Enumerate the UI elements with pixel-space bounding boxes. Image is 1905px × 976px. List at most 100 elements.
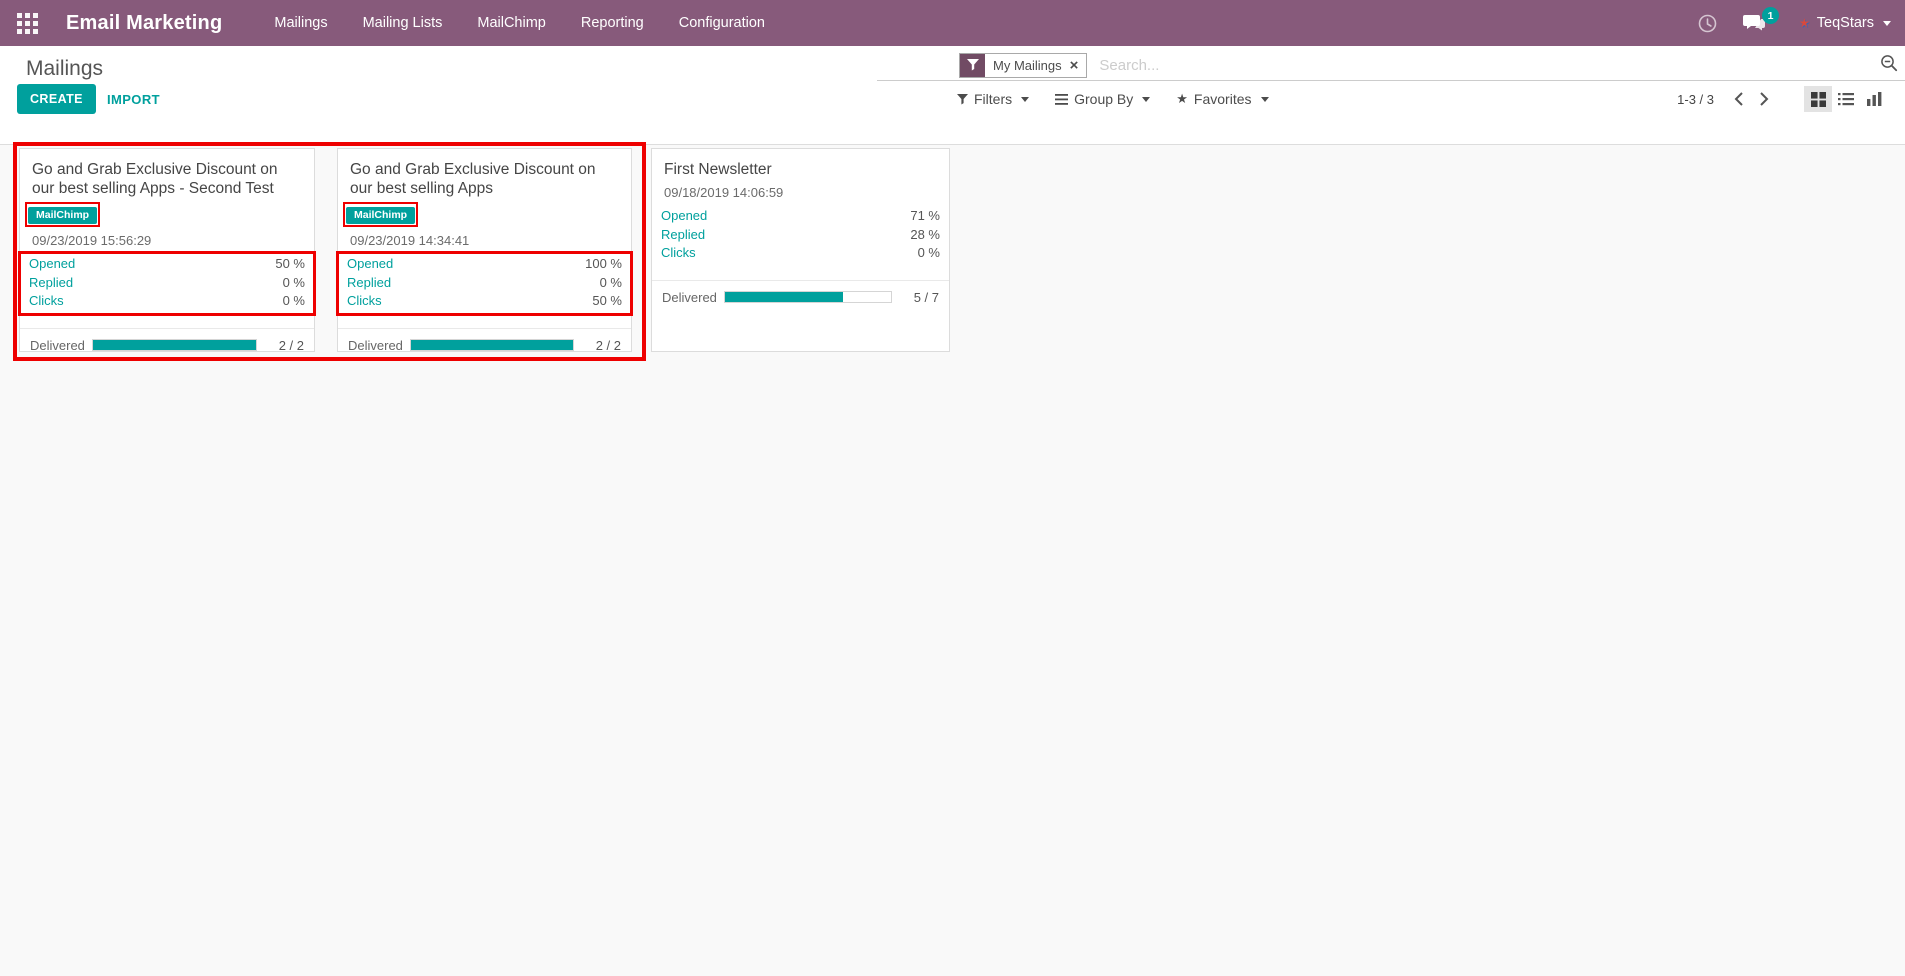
group-by-icon [1055, 94, 1068, 105]
mailing-title: Go and Grab Exclusive Discount on our be… [350, 160, 619, 198]
mailing-title: First Newsletter [664, 160, 937, 179]
chevron-down-icon [1021, 97, 1029, 102]
replied-link[interactable]: Replied [661, 226, 705, 245]
kanban-view: Go and Grab Exclusive Discount on our be… [0, 144, 1905, 976]
delivered-row: Delivered 5 / 7 [652, 280, 949, 305]
clicks-link[interactable]: Clicks [661, 244, 696, 263]
stat-row-clicks: Clicks 0 % [29, 292, 305, 311]
delivered-row: Delivered 2 / 2 [20, 328, 314, 353]
filters-dropdown[interactable]: Filters [957, 91, 1029, 107]
menu-mailchimp[interactable]: MailChimp [475, 11, 548, 35]
facet-remove-icon[interactable]: × [1070, 54, 1087, 77]
search-magnifier-icon[interactable] [1880, 54, 1898, 77]
filter-facet-icon [960, 54, 985, 77]
stat-row-opened: Opened 71 % [661, 207, 940, 226]
delivered-value: 2 / 2 [266, 338, 304, 353]
pager: 1-3 / 3 [1677, 84, 1888, 114]
kanban-view-icon[interactable] [1804, 86, 1832, 112]
messages-icon[interactable]: 1 [1743, 14, 1765, 32]
chevron-down-icon [1883, 21, 1891, 26]
annotation-rectangle-badge: MailChimp [25, 202, 100, 227]
stat-row-opened: Opened 100 % [347, 255, 622, 274]
replied-value: 0 % [283, 274, 305, 293]
mailing-title: Go and Grab Exclusive Discount on our be… [32, 160, 302, 198]
page-title: Mailings [26, 57, 103, 81]
stat-row-clicks: Clicks 50 % [347, 292, 622, 311]
mailing-card[interactable]: Go and Grab Exclusive Discount on our be… [337, 148, 632, 352]
delivered-value: 5 / 7 [901, 290, 939, 305]
control-panel: Mailings My Mailings × CREATE IMPORT Fil… [0, 46, 1905, 144]
activity-clock-icon[interactable] [1698, 14, 1717, 33]
mailing-date: 09/23/2019 14:34:41 [350, 233, 619, 248]
mailing-stats: Opened 71 % Replied 28 % Clicks 0 % [650, 203, 951, 268]
opened-value: 71 % [910, 207, 940, 226]
delivered-progressbar [92, 339, 257, 351]
mailing-date: 09/23/2019 15:56:29 [32, 233, 302, 248]
search-input[interactable] [1097, 56, 1880, 75]
star-icon: ★ [1176, 91, 1188, 107]
annotation-rectangle-badge: MailChimp [343, 202, 418, 227]
favorites-dropdown[interactable]: ★ Favorites [1176, 91, 1268, 107]
delivered-label: Delivered [348, 338, 410, 353]
delivered-progressbar [724, 291, 892, 303]
user-menu[interactable]: ★ TeqStars [1799, 15, 1891, 31]
list-view-icon[interactable] [1832, 86, 1860, 112]
import-button[interactable]: IMPORT [101, 84, 166, 114]
mailing-date: 09/18/2019 14:06:59 [664, 185, 937, 200]
clicks-value: 0 % [918, 244, 940, 263]
clicks-link[interactable]: Clicks [347, 292, 382, 311]
clicks-value: 0 % [283, 292, 305, 311]
opened-link[interactable]: Opened [347, 255, 393, 274]
mailing-stats: Opened 100 % Replied 0 % Clicks 50 % [336, 251, 633, 316]
clicks-value: 50 % [592, 292, 622, 311]
stat-row-opened: Opened 50 % [29, 255, 305, 274]
delivered-label: Delivered [30, 338, 92, 353]
delivered-progressbar [410, 339, 574, 351]
replied-value: 28 % [910, 226, 940, 245]
stat-row-replied: Replied 0 % [29, 274, 305, 293]
delivered-label: Delivered [662, 290, 724, 305]
menu-mailing-lists[interactable]: Mailing Lists [361, 11, 445, 35]
stat-row-replied: Replied 0 % [347, 274, 622, 293]
mailing-stats: Opened 50 % Replied 0 % Clicks 0 % [18, 251, 316, 316]
replied-value: 0 % [600, 274, 622, 293]
user-name: TeqStars [1817, 15, 1874, 31]
top-menu: Mailings Mailing Lists MailChimp Reporti… [272, 11, 767, 35]
delivered-value: 2 / 2 [583, 338, 621, 353]
opened-link[interactable]: Opened [29, 255, 75, 274]
chevron-down-icon [1261, 97, 1269, 102]
replied-link[interactable]: Replied [29, 274, 73, 293]
group-by-dropdown[interactable]: Group By [1055, 91, 1150, 107]
company-logo-icon: ★ [1799, 16, 1810, 30]
opened-value: 100 % [585, 255, 622, 274]
facet-label: My Mailings [985, 54, 1070, 77]
replied-link[interactable]: Replied [347, 274, 391, 293]
mailing-card[interactable]: First Newsletter 09/18/2019 14:06:59 Ope… [651, 148, 950, 352]
app-title: Email Marketing [66, 12, 222, 35]
pager-previous-icon[interactable] [1726, 86, 1751, 112]
mailchimp-badge: MailChimp [28, 207, 97, 224]
top-navbar: Email Marketing Mailings Mailing Lists M… [0, 0, 1905, 46]
menu-mailings[interactable]: Mailings [272, 11, 329, 35]
mailchimp-badge: MailChimp [346, 207, 415, 224]
search-facet: My Mailings × [959, 53, 1087, 78]
menu-configuration[interactable]: Configuration [677, 11, 767, 35]
opened-value: 50 % [275, 255, 305, 274]
delivered-row: Delivered 2 / 2 [338, 328, 631, 353]
view-switcher [1804, 86, 1888, 112]
pager-range[interactable]: 1-3 / 3 [1677, 92, 1714, 107]
message-count-badge: 1 [1762, 7, 1779, 24]
systray: 1 ★ TeqStars [1698, 14, 1891, 33]
mailing-card[interactable]: Go and Grab Exclusive Discount on our be… [19, 148, 315, 352]
stat-row-clicks: Clicks 0 % [661, 244, 940, 263]
create-button[interactable]: CREATE [17, 84, 96, 114]
opened-link[interactable]: Opened [661, 207, 707, 226]
menu-reporting[interactable]: Reporting [579, 11, 646, 35]
stat-row-replied: Replied 28 % [661, 226, 940, 245]
pager-next-icon[interactable] [1751, 86, 1776, 112]
graph-view-icon[interactable] [1860, 86, 1888, 112]
clicks-link[interactable]: Clicks [29, 292, 64, 311]
filter-icon [957, 94, 968, 105]
apps-menu-icon[interactable] [17, 13, 38, 34]
search-options: Filters Group By ★ Favorites [957, 84, 1269, 114]
